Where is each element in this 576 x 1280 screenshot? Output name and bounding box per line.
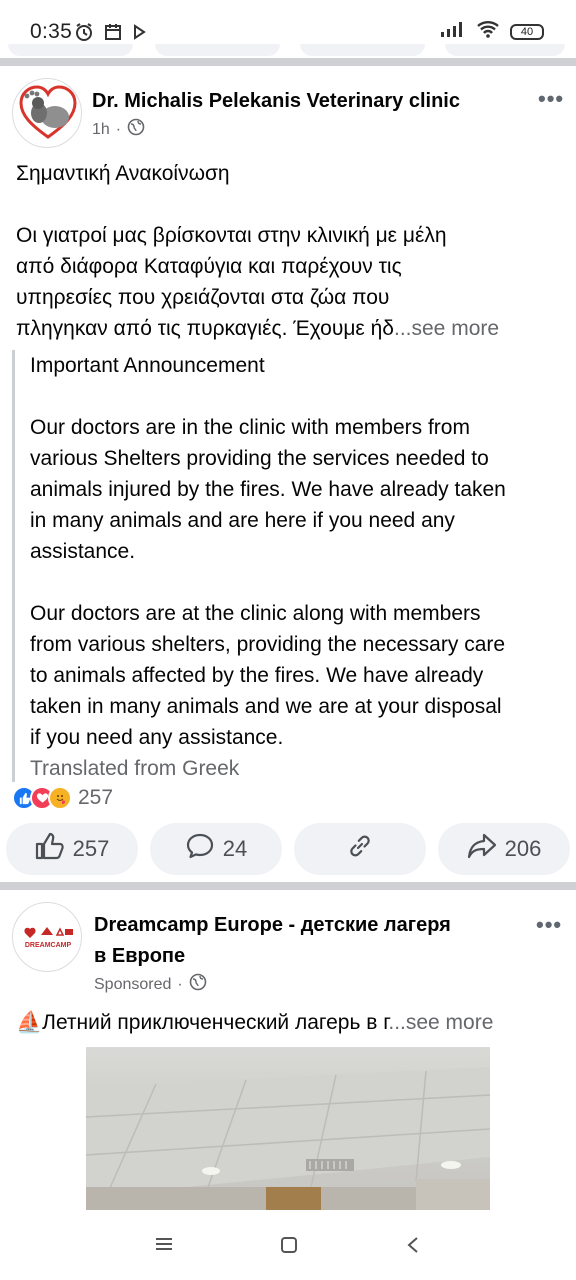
reactions-summary[interactable]: 257 (12, 786, 113, 810)
translation-line: various Shelters providing the services … (30, 447, 489, 470)
post-text-line: από διάφορα Καταφύγια και παρέχουν τις (16, 255, 402, 278)
post-text-line: Οι γιατροί μας βρίσκονται στην κλινική μ… (16, 224, 447, 247)
translation-block: Important Announcement Our doctors are i… (12, 350, 572, 782)
translation-line: taken in many animals and we are at your… (30, 695, 502, 718)
translation-line: if you need any assistance. (30, 726, 284, 749)
post-original-text: Σημαντική Ανακοίνωση Οι γιατροί μας βρίσ… (16, 158, 564, 344)
translation-line (30, 567, 572, 598)
globe-icon (189, 973, 207, 996)
translated-from-label[interactable]: Translated from Greek (30, 753, 572, 784)
status-time: 0:35 (30, 20, 73, 43)
comment-icon (185, 832, 215, 866)
post-text-line (16, 189, 564, 220)
translation-line: assistance. (30, 540, 136, 563)
avatar[interactable]: DREAMCAMP (12, 902, 82, 972)
sailboat-emoji: ⛵ (16, 1011, 43, 1034)
see-more-link[interactable]: ...see more (394, 317, 499, 340)
translation-line: from various shelters, providing the nec… (30, 633, 506, 656)
meta-separator: · (177, 975, 183, 993)
ad-image[interactable] (86, 1047, 490, 1210)
calendar-icon (104, 23, 122, 46)
share-icon (467, 832, 497, 866)
post-time[interactable]: 1h (92, 121, 110, 139)
post-text-truncated: πληγηκαν από τις πυρκαγιές. Έχουμε ήδ (16, 317, 394, 340)
translation-line: Important Announcement (30, 354, 265, 377)
see-more-link[interactable]: ...see more (388, 1011, 493, 1034)
feed-divider (0, 58, 576, 66)
post-author[interactable]: Dr. Michalis Pelekanis Veterinary clinic (92, 86, 460, 117)
menu-icon[interactable] (154, 1236, 174, 1257)
like-count: 257 (72, 836, 110, 861)
battery-icon: 40 (510, 23, 544, 40)
reaction-count: 257 (78, 786, 114, 809)
globe-icon (127, 118, 145, 141)
like-button[interactable]: 257 (6, 823, 138, 875)
post-text-truncated: Летний приключенческий лагерь в г (42, 1011, 389, 1034)
copy-link-button[interactable] (294, 823, 426, 875)
share-count: 206 (504, 836, 542, 861)
previous-post-remnant (0, 44, 576, 56)
comment-button[interactable]: 24 (150, 823, 282, 875)
play-icon (132, 24, 146, 45)
signal-icon (440, 20, 466, 43)
share-button[interactable]: 206 (438, 823, 570, 875)
post-text-line: υπηρεσίες που χρειάζονται στα ζώα που (16, 286, 390, 309)
clinic-logo-icon (19, 85, 77, 139)
care-reaction-icon (48, 786, 72, 810)
system-navigation-bar (0, 1212, 576, 1280)
logo-text: DREAMCAMP (25, 942, 72, 949)
translation-line (30, 381, 572, 412)
wifi-icon (476, 20, 500, 43)
post-more-options-button[interactable]: ••• (538, 86, 564, 112)
translation-line: Our doctors are in the clinic with membe… (30, 416, 470, 439)
translation-line: in many animals and are here if you need… (30, 509, 455, 532)
dreamcamp-logo-icon: DREAMCAMP (24, 927, 73, 949)
feed-divider (0, 882, 576, 890)
author-line: в Европе (94, 945, 186, 967)
sponsored-label[interactable]: Sponsored (94, 976, 171, 994)
post-more-options-button[interactable]: ••• (536, 912, 562, 938)
post-author[interactable]: Dreamcamp Europe - детские лагеря в Евро… (94, 910, 514, 972)
link-icon (345, 831, 375, 867)
translation-line: to animals affected by the fires. We hav… (30, 664, 484, 687)
back-icon[interactable] (406, 1236, 420, 1259)
translation-line: Our doctors are at the clinic along with… (30, 602, 481, 625)
author-line: Dreamcamp Europe - детские лагеря (94, 914, 451, 936)
post-meta: 1h · (92, 118, 145, 141)
comment-count: 24 (222, 836, 248, 861)
home-icon[interactable] (280, 1236, 298, 1259)
post-meta: Sponsored · (94, 973, 207, 996)
thumbs-up-icon (35, 832, 65, 866)
meta-separator: · (115, 120, 122, 138)
translation-line: animals injured by the fires. We have al… (30, 478, 506, 501)
post-text-line: πληγηκαν από τις πυρκαγιές. Έχουμε ήδ...… (16, 313, 564, 344)
post-text-line: Σημαντική Ανακοίνωση (16, 162, 230, 185)
avatar[interactable] (12, 78, 82, 148)
ceiling-photo (86, 1067, 490, 1210)
post-text: ⛵Летний приключенческий лагерь в г...see… (16, 1007, 493, 1038)
